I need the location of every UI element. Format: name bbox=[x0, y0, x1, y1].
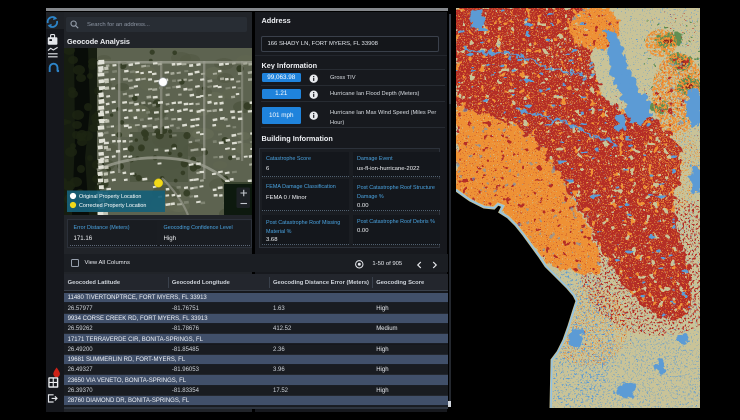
svg-text:Original Property Location: Original Property Location bbox=[79, 194, 141, 200]
svg-text:Corrected Property Location: Corrected Property Location bbox=[79, 203, 146, 209]
